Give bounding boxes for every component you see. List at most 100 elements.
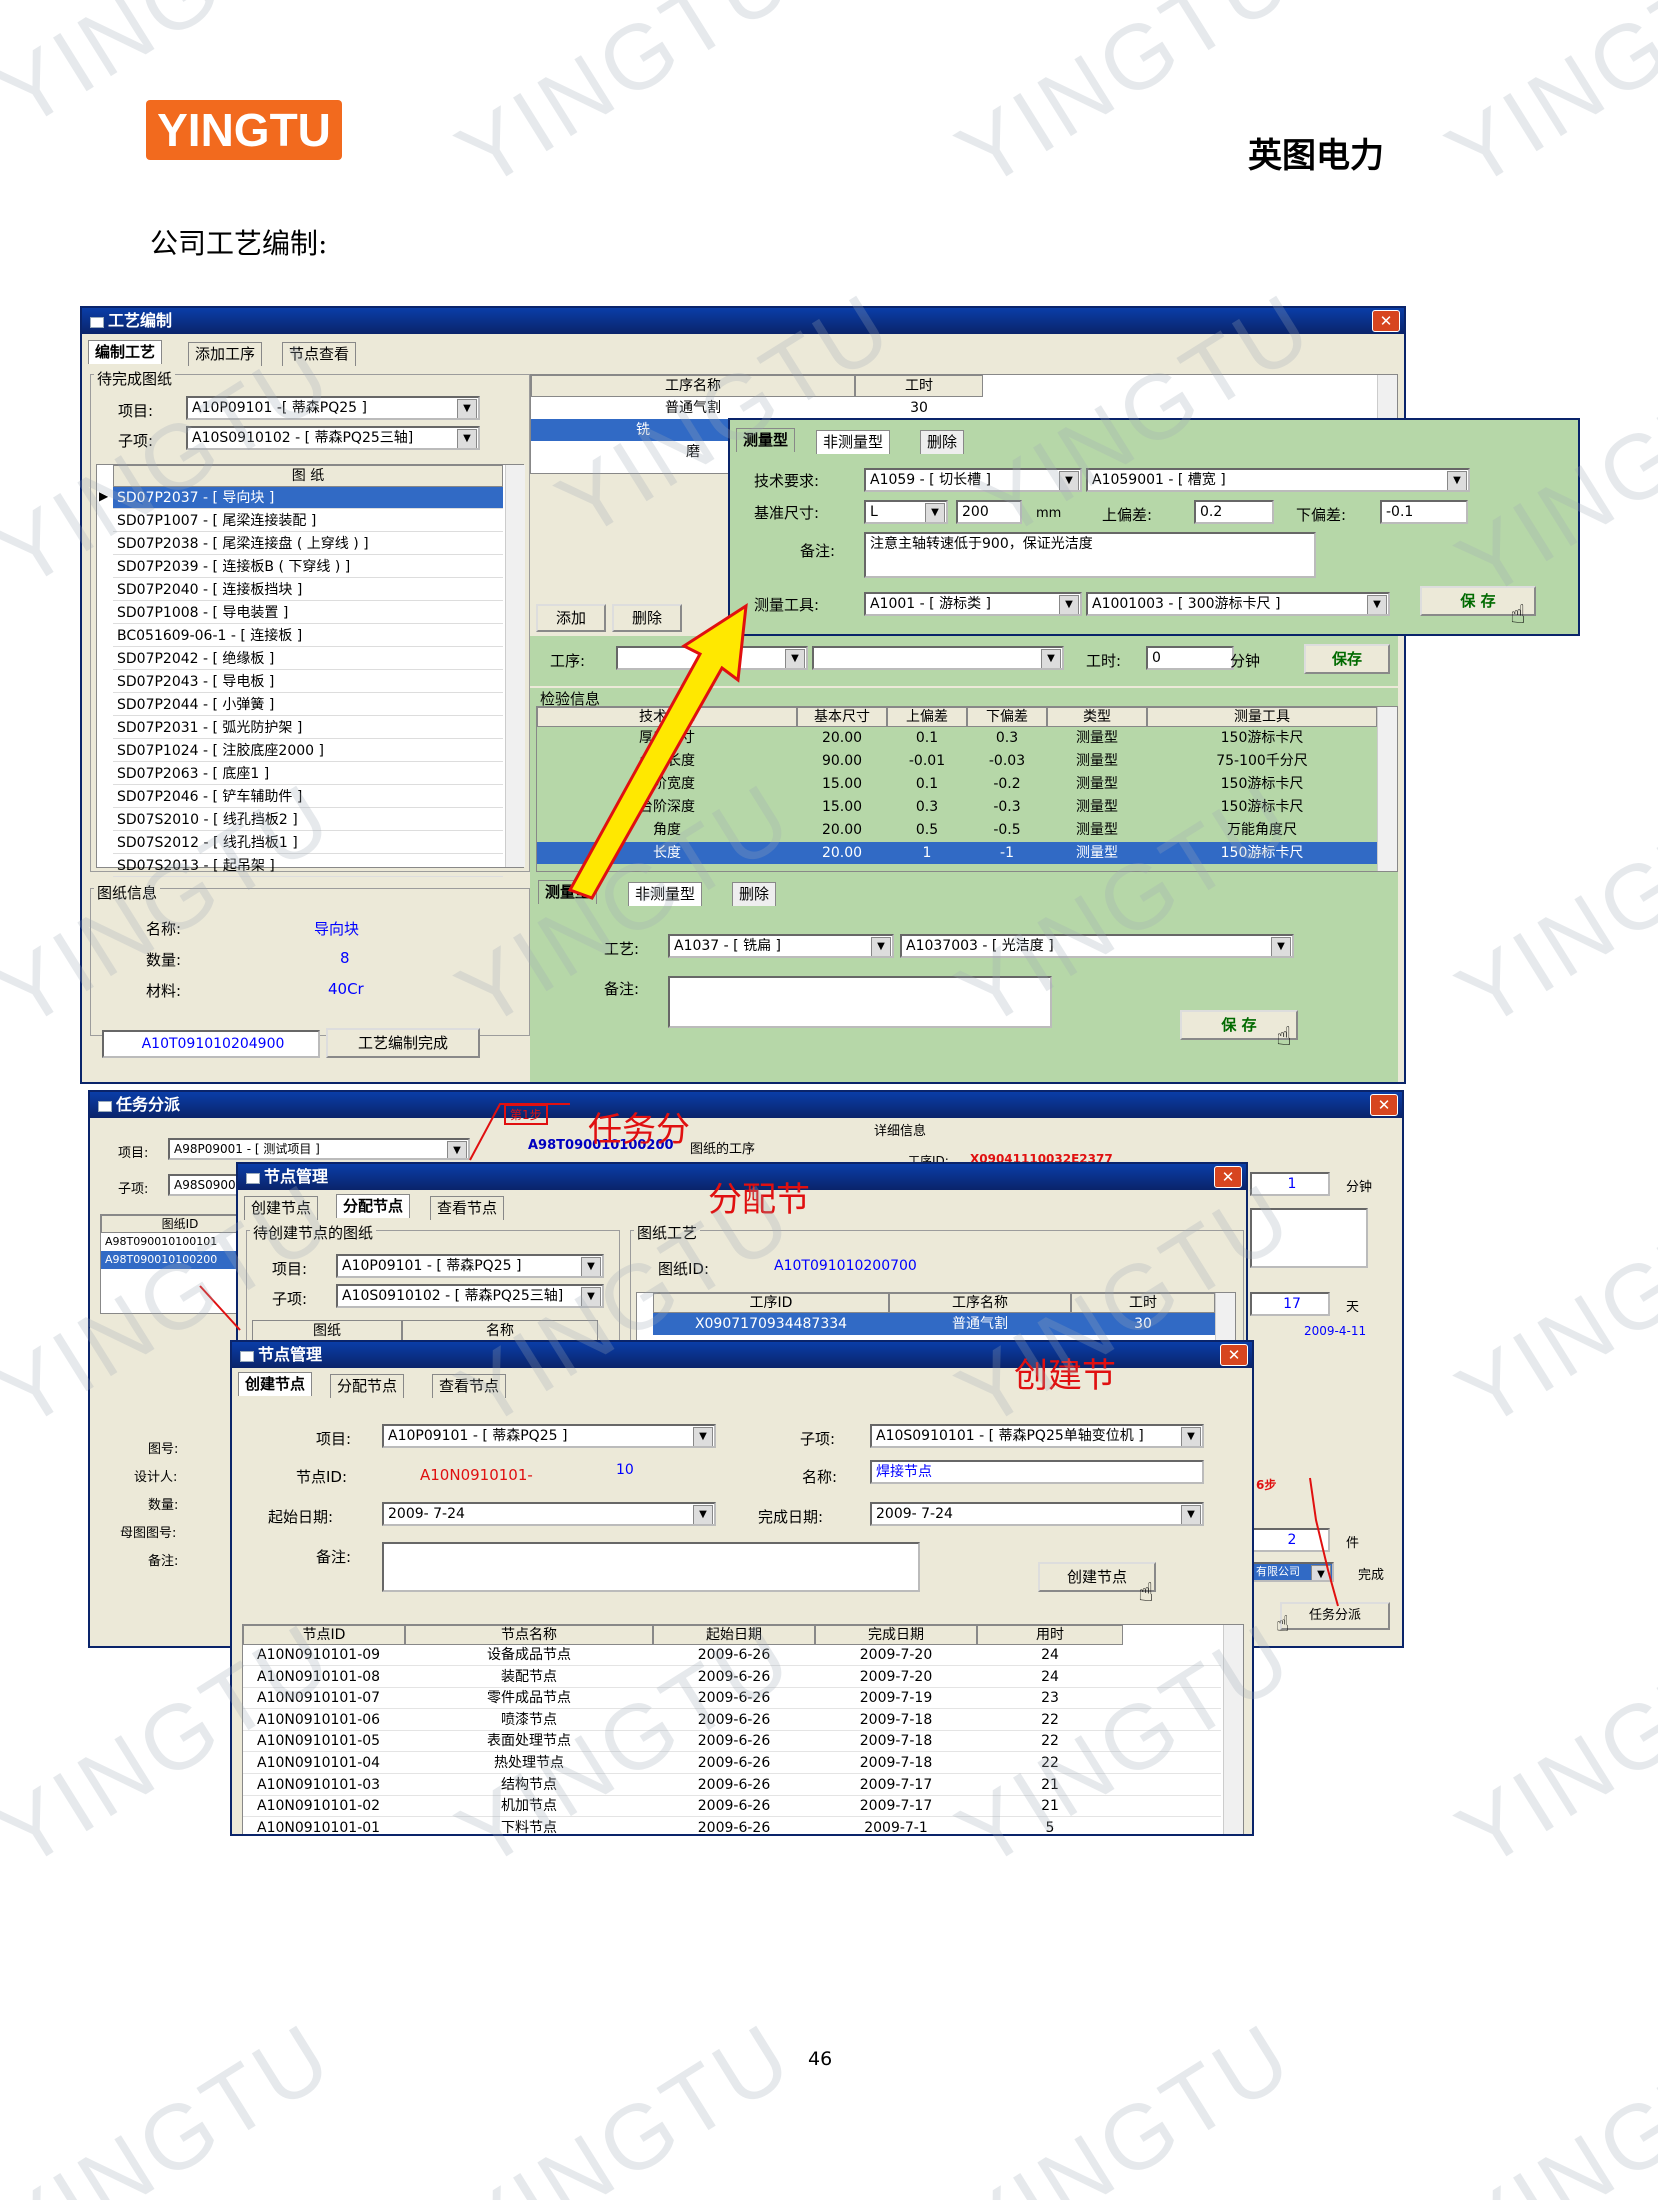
drawing-list-item[interactable]: SD07P1024 - [ 注胶底座2000 ]	[113, 740, 503, 762]
node-name-input[interactable]: 焊接节点	[870, 1460, 1204, 1484]
inspection-scrollbar[interactable]	[1377, 707, 1397, 871]
tab-edit-process[interactable]: 编制工艺	[88, 340, 163, 364]
craft-scrollbar[interactable]	[1215, 1293, 1235, 1346]
start-date-select[interactable]: 2009- 7-24	[382, 1502, 716, 1526]
drawing-list-item[interactable]: SD07P2046 - [ 铲车辅助件 ]	[113, 786, 503, 808]
lower-deviation-input[interactable]: -0.1	[1380, 500, 1468, 524]
tab-create-node[interactable]: 创建节点	[244, 1196, 319, 1220]
popup-remark-input[interactable]: 注意主轴转速低于900，保证光洁度	[864, 532, 1316, 578]
craft-label: 工艺:	[604, 940, 640, 958]
header-hours: 工时	[1071, 1293, 1215, 1313]
drawing-list-item[interactable]: SD07P1007 - [ 尾梁连接装配 ]	[113, 510, 503, 532]
popup-tab-measure[interactable]: 测量型	[736, 428, 796, 452]
popup-tab-non-measure[interactable]: 非测量型	[816, 430, 891, 454]
node-row[interactable]: A10N0910101-01 下料节点 2009-6-26 2009-7-1 5	[243, 1818, 1221, 1836]
remark-input[interactable]	[382, 1542, 920, 1592]
subitem-select[interactable]: A10S0910101 - [ 蒂森PQ25单轴变位机 ]	[870, 1424, 1204, 1448]
inspection-cell: 15.00	[821, 776, 863, 792]
tech-requirement-select-1[interactable]: A1059 - [ 切长槽 ]	[864, 468, 1082, 492]
node-cell: 表面处理节点	[487, 1733, 571, 1750]
tab-view-node[interactable]: 查看节点	[432, 1374, 507, 1398]
company-select[interactable]: 有限公司	[1250, 1562, 1334, 1582]
pieces-value: 2	[1250, 1528, 1330, 1552]
process-complete-button[interactable]: 工艺编制完成	[326, 1028, 480, 1058]
close-icon[interactable]: ✕	[1372, 310, 1400, 332]
process-name: 普通气割	[665, 400, 721, 416]
tab-add-process[interactable]: 添加工序	[188, 342, 263, 366]
drawing-list-scrollbar[interactable]	[505, 465, 525, 867]
drawing-list-item[interactable]: SD07P2039 - [ 连接板B ( 下穿线 ) ]	[113, 556, 503, 578]
upper-deviation-input[interactable]: 0.2	[1194, 500, 1274, 524]
hours-input[interactable]: 0	[1146, 646, 1234, 670]
node-row[interactable]: A10N0910101-09 设备成品节点 2009-6-26 2009-7-20 24	[243, 1645, 1221, 1666]
node-row[interactable]: A10N0910101-05 表面处理节点 2009-6-26 2009-7-18 22	[243, 1731, 1221, 1753]
inspection-cell: -0.01	[908, 753, 946, 769]
drawing-list-item[interactable]: SD07P2038 - [ 尾梁连接盘 ( 上穿线 ) ]	[113, 533, 503, 555]
drawing-list-item[interactable]: SD07S2013 - [ 起吊架 ]	[113, 855, 503, 877]
tab-view-node[interactable]: 查看节点	[430, 1196, 505, 1220]
tab-create-node[interactable]: 创建节点	[238, 1372, 313, 1396]
close-icon[interactable]: ✕	[1214, 1166, 1242, 1188]
node-cell: A10N0910101-08	[257, 1668, 381, 1685]
size-input[interactable]: 200	[956, 500, 1022, 524]
drawing-list-item[interactable]: SD07P2040 - [ 连接板挡块 ]	[113, 579, 503, 601]
measure-tool-select-1[interactable]: A1001 - [ 游标类 ]	[864, 592, 1082, 616]
tech-requirement-select-2[interactable]: A1059001 - [ 槽宽 ]	[1086, 468, 1470, 492]
tab-assign-node[interactable]: 分配节点	[330, 1374, 405, 1398]
popup-tab-delete[interactable]: 删除	[920, 430, 965, 454]
drawing-list-item[interactable]: SD07P2063 - [ 底座1 ]	[113, 763, 503, 785]
project-select[interactable]: A10P09101 - [ 蒂森PQ25 ]	[382, 1424, 716, 1448]
process-row[interactable]: 铣	[531, 419, 731, 441]
project-label: 项目:	[118, 1146, 149, 1161]
craft-row[interactable]: X0907170934487334 普通气割 30	[653, 1313, 1215, 1335]
inspection-cell: 0.3	[915, 799, 939, 815]
node-header-4: 用时	[977, 1625, 1123, 1645]
inspection-cell: 测量型	[1076, 753, 1118, 769]
minutes-unit: 分钟	[1346, 1180, 1373, 1195]
node-row[interactable]: A10N0910101-04 热处理节点 2009-6-26 2009-7-18 22	[243, 1753, 1221, 1774]
measure-tool-select-2[interactable]: A1001003 - [ 300游标卡尺 ]	[1086, 592, 1390, 616]
node-id-suffix-input[interactable]: 10	[612, 1460, 718, 1484]
drawing-list-item[interactable]: SD07P2031 - [ 弧光防护架 ]	[113, 717, 503, 739]
save-process-button[interactable]: 保存	[1304, 644, 1390, 674]
craft-select-2[interactable]: A1037003 - [ 光洁度 ]	[900, 934, 1294, 958]
drawing-list-item[interactable]: SD07S2012 - [ 线孔挡板1 ]	[113, 832, 503, 854]
end-date-select[interactable]: 2009- 7-24	[870, 1502, 1204, 1526]
subitem-select[interactable]: A10S0910102 - [ 蒂森PQ25三轴]	[186, 426, 480, 450]
node-row[interactable]: A10N0910101-07 零件成品节点 2009-6-26 2009-7-19 23	[243, 1688, 1221, 1710]
process-select-2[interactable]	[812, 646, 1064, 670]
node-cell: 2009-6-26	[697, 1668, 771, 1685]
drawing-list-item[interactable]: SD07P2042 - [ 绝缘板 ]	[113, 648, 503, 670]
node-row[interactable]: A10N0910101-08 装配节点 2009-6-26 2009-7-20 24	[243, 1667, 1221, 1688]
drawing-list-item[interactable]: SD07P2037 - [ 导向块 ]	[113, 487, 503, 509]
node-cell: 2009-6-26	[697, 1647, 771, 1663]
task-assign-button[interactable]: 任务分派	[1280, 1602, 1390, 1630]
node-row[interactable]: A10N0910101-06 喷漆节点 2009-6-26 2009-7-18 22	[243, 1710, 1221, 1731]
close-icon[interactable]: ✕	[1370, 1094, 1398, 1116]
node-row[interactable]: A10N0910101-03 结构节点 2009-6-26 2009-7-17 21	[243, 1775, 1221, 1796]
project-select[interactable]: A10P09101 -[ 蒂森PQ25 ]	[186, 396, 480, 420]
window-title: 任务分派 ✕	[90, 1092, 1402, 1118]
drawing-list-item[interactable]: SD07P2044 - [ 小弹簧 ]	[113, 694, 503, 716]
node-row[interactable]: A10N0910101-02 机加节点 2009-6-26 2009-7-17 21	[243, 1796, 1221, 1818]
detail-label: 详细信息	[874, 1124, 927, 1139]
process-row[interactable]: 普通气割 30	[531, 397, 1377, 419]
node-cell: 5	[1045, 1819, 1055, 1836]
node-table-scrollbar[interactable]	[1223, 1625, 1243, 1834]
project-select[interactable]: A98P09001 - [ 测试项目 ]	[168, 1138, 470, 1160]
remark-input[interactable]	[668, 976, 1052, 1028]
info-material-value: 40Cr	[328, 980, 364, 998]
node-cell: A10N0910101-02	[257, 1798, 381, 1815]
drawing-list-item[interactable]: SD07S2010 - [ 线孔挡板2 ]	[113, 809, 503, 831]
intro-text: 公司工艺编制:	[150, 227, 328, 260]
craft-select-1[interactable]: A1037 - [ 铣扁 ]	[668, 934, 894, 958]
tab-view-nodes[interactable]: 节点查看	[282, 342, 357, 366]
drawing-list-item[interactable]: SD07P1008 - [ 导电装置 ]	[113, 602, 503, 624]
drawing-list-item[interactable]: BC051609-06-1 - [ 连接板 ]	[113, 625, 503, 647]
drawing-list-item[interactable]: SD07P2043 - [ 导电板 ]	[113, 671, 503, 693]
tab-assign-node[interactable]: 分配节点	[336, 1194, 411, 1218]
project-select[interactable]: A10P09101 - [ 蒂森PQ25 ]	[336, 1254, 604, 1278]
close-icon[interactable]: ✕	[1220, 1344, 1248, 1366]
base-size-select[interactable]: L	[864, 500, 948, 524]
subitem-select[interactable]: A10S0910102 - [ 蒂森PQ25三轴]	[336, 1284, 604, 1308]
